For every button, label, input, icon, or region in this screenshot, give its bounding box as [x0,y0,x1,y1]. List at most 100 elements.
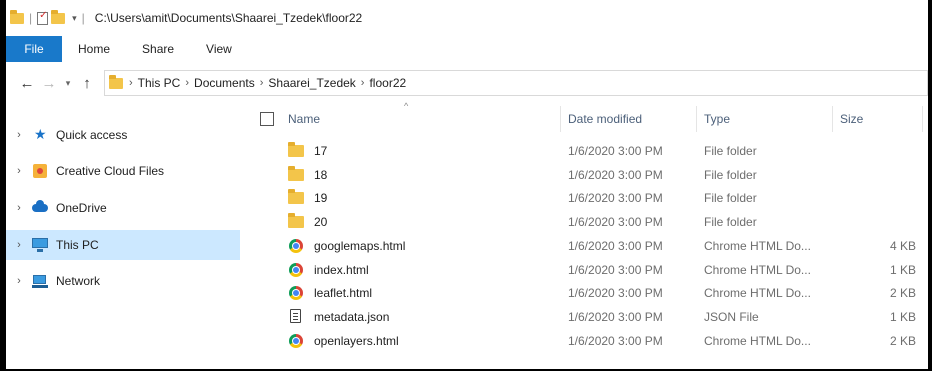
sidebar-item-quick-access[interactable]: › ★ Quick access [6,120,240,150]
tab-view[interactable]: View [190,36,248,62]
file-type: Chrome HTML Do... [704,262,811,277]
sidebar-item-label: Creative Cloud Files [56,164,165,178]
expand-chevron-icon[interactable]: › [6,165,32,177]
file-row[interactable]: 18 1/6/2020 3:00 PM File folder [246,164,928,188]
file-row[interactable]: metadata.json 1/6/2020 3:00 PM JSON File… [246,306,928,330]
recent-locations-chevron-icon[interactable]: ▾ [60,78,76,89]
folder-icon [288,142,306,159]
quick-access-toolbar: | ▾ | [6,10,87,25]
file-date-modified: 1/6/2020 3:00 PM [568,191,663,206]
title-bar: | ▾ | C:\Users\amit\Documents\Shaarei_Tz… [6,0,928,36]
breadcrumb-separator-icon[interactable]: › [260,77,264,89]
sidebar-item-label: Quick access [56,128,128,142]
file-size: 2 KB [889,286,916,301]
expand-chevron-icon[interactable]: › [6,129,32,141]
sidebar-item-label: Network [56,274,101,288]
forward-arrow-icon[interactable]: → [38,75,60,92]
ribbon-tabs: File Home Share View [6,36,928,63]
chrome-icon [288,262,306,278]
file-type: File folder [704,215,757,230]
sidebar-item-onedrive[interactable]: › OneDrive [6,193,240,223]
breadcrumb-this-pc[interactable]: This PC [138,76,181,90]
breadcrumb-separator-icon[interactable]: › [129,77,133,89]
file-name[interactable]: 17 [314,144,327,158]
navigation-pane: › ★ Quick access › Creative Cloud Files … [6,104,240,369]
file-name[interactable]: index.html [314,263,369,277]
file-date-modified: 1/6/2020 3:00 PM [568,167,663,182]
column-divider[interactable] [560,106,561,132]
file-name[interactable]: metadata.json [314,310,389,324]
file-type: File folder [704,167,757,182]
tab-share[interactable]: Share [126,36,190,62]
file-name[interactable]: leaflet.html [314,286,372,300]
toolbar-separator: | [29,11,33,25]
up-arrow-icon[interactable]: ↑ [76,75,98,92]
file-type: File folder [704,191,757,206]
chrome-icon [288,285,306,301]
file-row[interactable]: 20 1/6/2020 3:00 PM File folder [246,211,928,235]
expand-chevron-icon[interactable]: › [6,275,32,287]
file-date-modified: 1/6/2020 3:00 PM [568,215,663,230]
file-name[interactable]: 20 [314,215,327,229]
sidebar-item-network[interactable]: › Network [6,266,240,296]
column-header-size[interactable]: Size [840,104,920,134]
column-header-type[interactable]: Type [704,104,828,134]
new-folder-icon[interactable] [51,10,66,24]
expand-chevron-icon[interactable]: › [6,202,32,214]
back-arrow-icon[interactable]: ← [16,75,38,92]
file-type: Chrome HTML Do... [704,286,811,301]
folder-icon [288,189,306,206]
breadcrumb-floor22[interactable]: floor22 [369,76,406,90]
column-divider[interactable] [922,106,923,132]
folder-icon [288,165,306,183]
file-row[interactable]: googlemaps.html 1/6/2020 3:00 PM Chrome … [246,235,928,259]
sidebar-item-creative-cloud-files[interactable]: › Creative Cloud Files [6,156,240,186]
chrome-icon [288,333,306,349]
tab-home[interactable]: Home [62,36,126,62]
folder-icon [10,10,24,24]
column-header-name[interactable]: Name [288,104,558,134]
onedrive-cloud-icon [32,200,52,216]
file-row[interactable]: openlayers.html 1/6/2020 3:00 PM Chrome … [246,330,928,354]
file-name[interactable]: googlemaps.html [314,239,405,253]
file-row[interactable]: 19 1/6/2020 3:00 PM File folder [246,187,928,211]
column-divider[interactable] [696,106,697,132]
breadcrumb-separator-icon[interactable]: › [185,77,189,89]
expand-chevron-icon[interactable]: › [6,239,32,251]
breadcrumb-documents[interactable]: Documents [194,76,255,90]
toolbar-separator: | [81,11,85,25]
file-row[interactable]: leaflet.html 1/6/2020 3:00 PM Chrome HTM… [246,282,928,306]
sidebar-item-this-pc[interactable]: › This PC [6,230,240,260]
file-row[interactable]: index.html 1/6/2020 3:00 PM Chrome HTML … [246,259,928,283]
select-all-checkbox[interactable] [260,112,274,126]
customize-toolbar-dropdown-icon[interactable]: ▾ [72,13,77,24]
tab-file[interactable]: File [6,36,62,62]
breadcrumb-separator-icon[interactable]: › [361,77,365,89]
file-type: File folder [704,144,757,158]
this-pc-icon [32,237,52,253]
creative-cloud-icon [32,163,52,179]
column-header-row: ^ Name Date modified Type Size [246,101,928,134]
file-row[interactable]: 17 1/6/2020 3:00 PM File folder [246,140,928,164]
column-header-date-modified[interactable]: Date modified [568,104,696,134]
file-list-pane: ^ Name Date modified Type Size 17 1/6/20… [246,101,928,369]
properties-icon[interactable] [37,10,49,25]
chrome-icon [288,238,306,254]
address-bar[interactable]: › This PC › Documents › Shaarei_Tzedek ›… [104,70,928,96]
file-date-modified: 1/6/2020 3:00 PM [568,333,663,348]
file-name[interactable]: 18 [314,168,327,182]
file-size: 4 KB [889,238,916,253]
file-type: Chrome HTML Do... [704,333,811,348]
file-type: Chrome HTML Do... [704,238,811,253]
column-divider[interactable] [832,106,833,132]
file-explorer-window: | ▾ | C:\Users\amit\Documents\Shaarei_Tz… [0,0,932,371]
folder-icon [288,213,306,230]
file-name[interactable]: openlayers.html [314,334,399,348]
file-date-modified: 1/6/2020 3:00 PM [568,144,663,158]
sidebar-item-label: This PC [56,238,99,252]
breadcrumb-shaarei-tzedek[interactable]: Shaarei_Tzedek [268,76,355,90]
folder-icon [109,75,123,89]
file-size: 2 KB [889,333,916,348]
file-name[interactable]: 19 [314,191,327,205]
file-date-modified: 1/6/2020 3:00 PM [568,309,663,324]
